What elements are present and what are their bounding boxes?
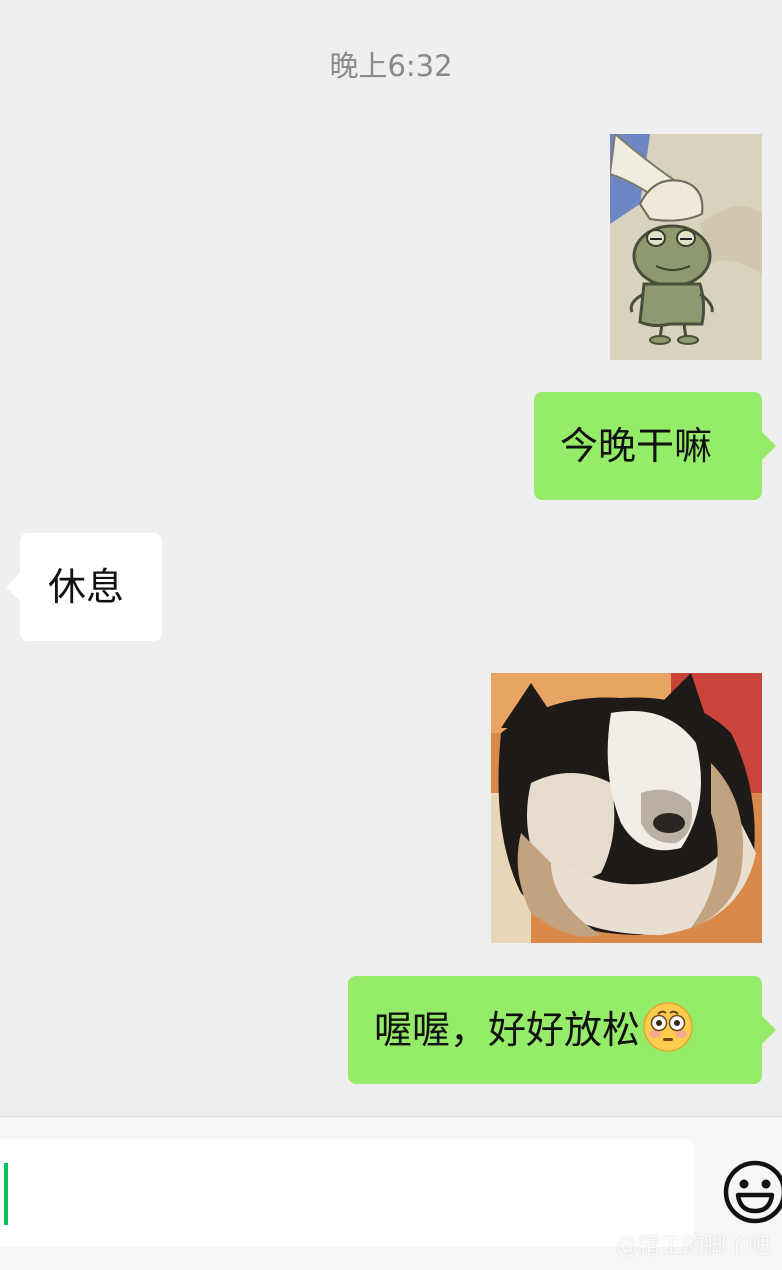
message-text: 喔喔，好好放松 [374, 1008, 641, 1052]
watermark: @精工的脚丫吧 [615, 1234, 770, 1259]
message-text: 休息 [48, 565, 125, 609]
message-text: 今晚干嘛 [560, 424, 713, 468]
frog-sticker[interactable] [610, 134, 762, 360]
chat-message-list[interactable]: 晚上6:32 今晚干嘛 休息 喔喔，好好放松 [0, 0, 782, 1116]
text-caret [4, 1163, 8, 1225]
dog-facepalm-sticker[interactable] [491, 673, 762, 943]
message-input-bar: @精工的脚丫吧 [0, 1116, 782, 1270]
incoming-message-bubble[interactable]: 休息 [6, 533, 162, 641]
flushed-face-icon [642, 986, 694, 1052]
message-input[interactable] [0, 1139, 694, 1247]
smiley-face-icon[interactable] [722, 1159, 782, 1225]
outgoing-message-bubble[interactable]: 今晚干嘛 [534, 392, 776, 500]
message-timestamp: 晚上6:32 [329, 49, 453, 83]
outgoing-message-bubble[interactable]: 喔喔，好好放松 [348, 976, 776, 1084]
